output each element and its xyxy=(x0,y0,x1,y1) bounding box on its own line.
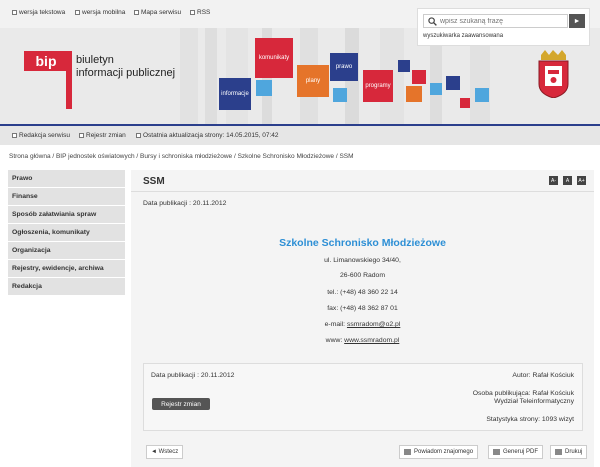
bip-title-line1: biuletyn xyxy=(76,54,114,66)
search-button[interactable]: ► xyxy=(569,14,585,28)
www-line: www: www.ssmradom.pl xyxy=(325,337,400,344)
sidebar-item-rejestry[interactable]: Rejestry, ewidencje, archiwa xyxy=(8,260,125,278)
print-button[interactable]: Drukuj xyxy=(550,445,588,459)
meta-author: Autor: Rafał Kościuk xyxy=(512,372,574,379)
email-line: e-mail: ssmradom@o2.pl xyxy=(324,321,401,328)
generate-pdf-button[interactable]: Generuj PDF xyxy=(488,445,544,459)
advanced-search-link[interactable]: wyszukiwarka zaawansowana xyxy=(423,33,503,39)
decor-square-blue3 xyxy=(475,88,489,102)
sidebar-item-prawo[interactable]: Prawo xyxy=(8,170,125,188)
changelog-button[interactable]: Rejestr zmian xyxy=(152,398,210,410)
address-line1: ul. Limanowskiego 34/40, xyxy=(324,257,401,264)
tile-prawo[interactable]: prawo xyxy=(330,53,358,81)
info-bar: Redakcja serwisu Rejestr zmian Ostatnia … xyxy=(0,126,600,145)
decor-square-navy xyxy=(398,60,410,72)
text-version-icon xyxy=(12,10,17,15)
bip-logo[interactable]: bip biuletyn informacji publicznej xyxy=(24,51,175,111)
decor-square-red2 xyxy=(460,98,470,108)
page-stats: Statystyka strony: 1093 wizyt xyxy=(486,416,574,423)
mobile-version-icon xyxy=(75,10,80,15)
sitemap-icon xyxy=(134,10,139,15)
tile-plany[interactable]: plany xyxy=(297,65,329,97)
mobile-version-link[interactable]: wersja mobilna xyxy=(75,9,125,16)
meta-publication-date: Data publikacji : 20.11.2012 xyxy=(151,372,235,379)
decor-square-orange xyxy=(406,86,422,102)
sidebar-item-organizacja[interactable]: Organizacja xyxy=(8,242,125,260)
back-button[interactable]: ◄ Wstecz xyxy=(146,445,184,459)
search-icon xyxy=(428,16,437,26)
coat-of-arms-icon xyxy=(538,50,569,98)
pdf-icon xyxy=(493,449,500,455)
tile-informacje[interactable]: informacje xyxy=(219,78,251,110)
address-line2: 26-600 Radom xyxy=(340,272,385,279)
font-decrease-button[interactable]: A- xyxy=(549,176,558,185)
sitemap-link[interactable]: Mapa serwisu xyxy=(134,9,181,16)
search-box[interactable] xyxy=(423,14,568,28)
decor-square-navy2 xyxy=(446,76,460,90)
last-update-icon xyxy=(136,133,141,138)
www-link[interactable]: www.ssmradom.pl xyxy=(344,337,399,344)
sidebar-item-sposob[interactable]: Sposób załatwiania spraw xyxy=(8,206,125,224)
publication-date: Data publikacji : 20.11.2012 xyxy=(143,200,227,207)
recommend-icon xyxy=(404,449,411,455)
decor-square-red xyxy=(412,70,426,84)
breadcrumb[interactable]: Strona główna / BIP jednostek oświatowyc… xyxy=(9,153,354,160)
editorial-icon xyxy=(12,133,17,138)
article-body: Szkolne Schronisko Młodzieżowe ul. Liman… xyxy=(131,210,594,360)
title-bar: SSM A- A A+ xyxy=(131,170,594,192)
decor-square-lightblue xyxy=(333,88,347,102)
bip-logo-icon: bip xyxy=(24,51,72,109)
decor-square-blue xyxy=(256,80,272,96)
sidebar-item-finanse[interactable]: Finanse xyxy=(8,188,125,206)
fax: fax: (+48) 48 362 87 01 xyxy=(327,305,398,312)
sidebar: Prawo Finanse Sposób załatwiania spraw O… xyxy=(8,170,125,296)
tile-programy[interactable]: programy xyxy=(363,70,393,102)
text-version-link[interactable]: wersja tekstowa xyxy=(12,9,65,16)
last-update-info: Ostatnia aktualizacja strony: 14.05.2015… xyxy=(136,132,279,139)
search-input[interactable] xyxy=(440,17,560,25)
sidebar-item-ogloszenia[interactable]: Ogłoszenia, komunikaty xyxy=(8,224,125,242)
organization-name: Szkolne Schronisko Młodzieżowe xyxy=(279,237,446,249)
rss-link[interactable]: RSS xyxy=(190,9,210,16)
page-title: SSM xyxy=(143,176,165,187)
meta-publisher: Osoba publikująca: Rafał Kościuk xyxy=(472,390,574,397)
changelog-link[interactable]: Rejestr zmian xyxy=(79,132,126,139)
svg-text:bip: bip xyxy=(36,53,57,69)
bip-title-line2: informacji publicznej xyxy=(76,67,176,79)
font-normal-button[interactable]: A xyxy=(563,176,572,185)
main-content: SSM A- A A+ Data publikacji : 20.11.2012… xyxy=(131,170,594,467)
search-panel: ► wyszukiwarka zaawansowana xyxy=(417,8,590,46)
meta-department: Wydział Teleinformatyczny xyxy=(494,398,574,405)
decor-square-blue2 xyxy=(430,83,442,95)
editorial-link[interactable]: Redakcja serwisu xyxy=(12,132,70,139)
changelog-icon xyxy=(79,133,84,138)
recommend-button[interactable]: Powiadom znajomego xyxy=(399,445,479,459)
print-icon xyxy=(555,449,562,455)
article-metadata: Data publikacji : 20.11.2012 Autor: Rafa… xyxy=(143,363,583,431)
rss-icon xyxy=(190,10,195,15)
phone: tel.: (+48) 48 360 22 14 xyxy=(327,289,398,296)
sidebar-item-redakcja[interactable]: Redakcja xyxy=(8,278,125,296)
tile-komunikaty[interactable]: komunikaty xyxy=(255,38,293,78)
font-increase-button[interactable]: A+ xyxy=(577,176,586,185)
email-link[interactable]: ssmradom@o2.pl xyxy=(347,321,400,328)
